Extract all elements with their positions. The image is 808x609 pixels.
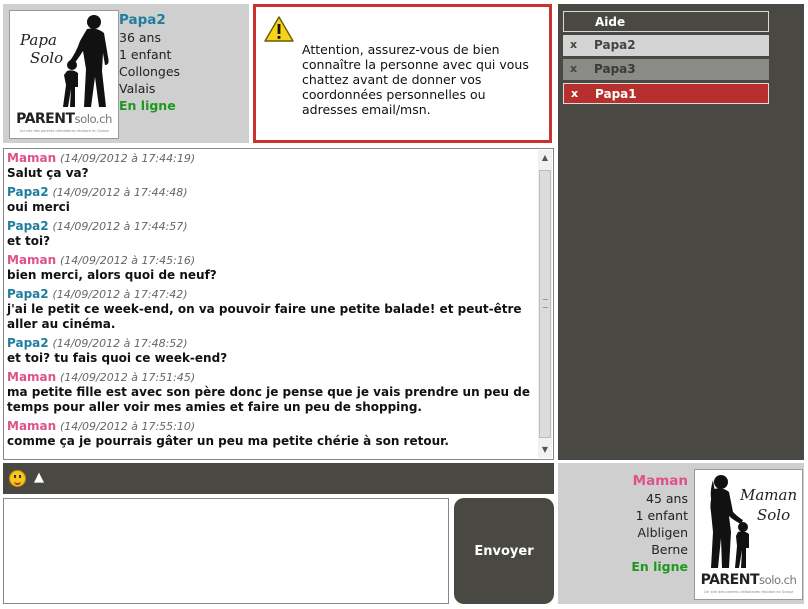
profile-info: Maman 45 ans 1 enfant Albligen Berne En … [631, 473, 688, 575]
profile-name[interactable]: Papa2 [119, 12, 180, 29]
message-input[interactable] [3, 498, 449, 604]
profile-photo[interactable]: Papa Solo PARENTsolo.ch 1er site des par… [9, 10, 119, 139]
chat-message: Papa2 (14/09/2012 à 17:44:48) oui merci [7, 185, 537, 215]
message-meta: Papa2 (14/09/2012 à 17:47:42) [7, 287, 537, 302]
chat-toolbar: ▲ [3, 463, 554, 494]
chat-message: Maman (14/09/2012 à 17:44:19) Salut ça va… [7, 151, 537, 181]
chat-message: Papa2 (14/09/2012 à 17:44:57) et toi? [7, 219, 537, 249]
profile-city: Albligen [637, 525, 688, 540]
chat-message: Maman (14/09/2012 à 17:45:16) bien merci,… [7, 253, 537, 283]
chat-scrollbar[interactable]: ▲ ▼ [538, 150, 552, 458]
message-meta: Maman (14/09/2012 à 17:45:16) [7, 253, 537, 268]
profile-children: 1 enfant [635, 508, 688, 523]
close-icon[interactable]: x [570, 38, 577, 51]
message-author: Maman [7, 419, 57, 433]
conversation-tab-papa2[interactable]: x Papa2 [563, 35, 769, 56]
scrollbar-thumb[interactable] [539, 170, 551, 438]
message-meta: Papa2 (14/09/2012 à 17:48:52) [7, 336, 537, 351]
brand-logo: PARENTsolo.ch [700, 572, 797, 588]
message-meta: Papa2 (14/09/2012 à 17:44:48) [7, 185, 537, 200]
message-text: et toi? [7, 234, 51, 248]
message-timestamp: (14/09/2012 à 17:55:10) [60, 420, 196, 433]
mother-child-silhouette-icon [710, 475, 749, 568]
my-profile-card: Maman 45 ans 1 enfant Albligen Berne En … [558, 463, 804, 604]
father-child-silhouette-icon [63, 15, 109, 107]
conversation-tab-label: Papa3 [594, 62, 636, 76]
profile-region: Valais [119, 81, 156, 96]
message-timestamp: (14/09/2012 à 17:51:45) [60, 371, 196, 384]
grip-icon [543, 299, 548, 308]
message-author: Maman [7, 151, 57, 165]
up-arrow-icon[interactable]: ▲ [34, 470, 44, 485]
chat-message: Papa2 (14/09/2012 à 17:48:52) et toi? tu … [7, 336, 537, 366]
partner-profile-card: Papa Solo PARENTsolo.ch 1er site des par… [3, 4, 249, 143]
warning-icon [264, 16, 294, 42]
warning-text: Attention, assurez-vous de bien connaîtr… [302, 42, 529, 117]
message-text: ma petite fille est avec son père donc j… [7, 385, 530, 414]
conversations-panel: Aide x Papa2 x Papa3 x Papa1 [558, 4, 804, 460]
help-tab[interactable]: Aide [563, 11, 769, 32]
message-meta: Papa2 (14/09/2012 à 17:44:57) [7, 219, 537, 234]
profile-info: Papa2 36 ans 1 enfant Collonges Valais E… [119, 12, 180, 114]
message-text: Salut ça va? [7, 166, 89, 180]
scroll-down-arrow-icon[interactable]: ▼ [538, 442, 552, 458]
conversation-tab-papa3[interactable]: x Papa3 [563, 59, 769, 80]
message-timestamp: (14/09/2012 à 17:44:48) [52, 186, 188, 199]
chat-log[interactable]: Maman (14/09/2012 à 17:44:19) Salut ça va… [3, 148, 554, 460]
message-meta: Maman (14/09/2012 à 17:44:19) [7, 151, 537, 166]
conversation-tab-label: Papa1 [595, 87, 637, 101]
message-text: j'ai le petit ce week-end, on va pouvoir… [7, 302, 522, 331]
message-author: Maman [7, 253, 57, 267]
message-list: Maman (14/09/2012 à 17:44:19) Salut ça va… [7, 151, 537, 453]
photo-caption-line2: Solo [757, 506, 791, 524]
message-author: Papa2 [7, 185, 49, 199]
profile-age: 36 ans [119, 30, 161, 45]
warning-box: Attention, assurez-vous de bien connaîtr… [253, 4, 552, 143]
message-timestamp: (14/09/2012 à 17:44:19) [60, 152, 196, 165]
smiley-icon[interactable] [9, 470, 26, 487]
message-meta: Maman (14/09/2012 à 17:55:10) [7, 419, 537, 434]
close-icon[interactable]: x [570, 62, 577, 75]
chat-message: Maman (14/09/2012 à 17:55:10) comme ça je… [7, 419, 537, 449]
message-author: Papa2 [7, 336, 49, 350]
profile-region: Berne [651, 542, 688, 557]
message-author: Maman [7, 370, 57, 384]
profile-name[interactable]: Maman [631, 473, 688, 490]
message-author: Papa2 [7, 287, 49, 301]
message-timestamp: (14/09/2012 à 17:47:42) [52, 288, 188, 301]
message-author: Papa2 [7, 219, 49, 233]
chat-message: Maman (14/09/2012 à 17:51:45) ma petite f… [7, 370, 537, 415]
message-text: comme ça je pourrais gâter un peu ma pet… [7, 434, 449, 448]
brand-tagline: 1er site des parents célibataires résida… [19, 129, 109, 133]
close-icon[interactable]: x [571, 87, 578, 100]
chat-message: Papa2 (14/09/2012 à 17:47:42) j'ai le pet… [7, 287, 537, 332]
help-tab-label: Aide [595, 15, 626, 29]
message-text: oui merci [7, 200, 70, 214]
profile-age: 45 ans [646, 491, 688, 506]
brand-tagline: 1er site des parents célibataires résida… [703, 590, 794, 594]
send-button[interactable]: Envoyer [454, 498, 554, 604]
profile-status: En ligne [631, 559, 688, 574]
scroll-up-arrow-icon[interactable]: ▲ [538, 150, 552, 166]
message-timestamp: (14/09/2012 à 17:45:16) [60, 254, 196, 267]
message-meta: Maman (14/09/2012 à 17:51:45) [7, 370, 537, 385]
message-timestamp: (14/09/2012 à 17:48:52) [52, 337, 188, 350]
profile-status: En ligne [119, 98, 176, 113]
conversation-tab-papa1[interactable]: x Papa1 [563, 83, 769, 104]
message-text: et toi? tu fais quoi ce week-end? [7, 351, 228, 365]
brand-logo: PARENTsolo.ch [16, 111, 112, 127]
message-text: bien merci, alors quoi de neuf? [7, 268, 217, 282]
profile-city: Collonges [119, 64, 181, 79]
profile-children: 1 enfant [119, 47, 172, 62]
message-timestamp: (14/09/2012 à 17:44:57) [52, 220, 188, 233]
conversation-tab-label: Papa2 [594, 38, 636, 52]
profile-photo[interactable]: Maman Solo PARENTsolo.ch 1er site des pa… [694, 469, 803, 600]
